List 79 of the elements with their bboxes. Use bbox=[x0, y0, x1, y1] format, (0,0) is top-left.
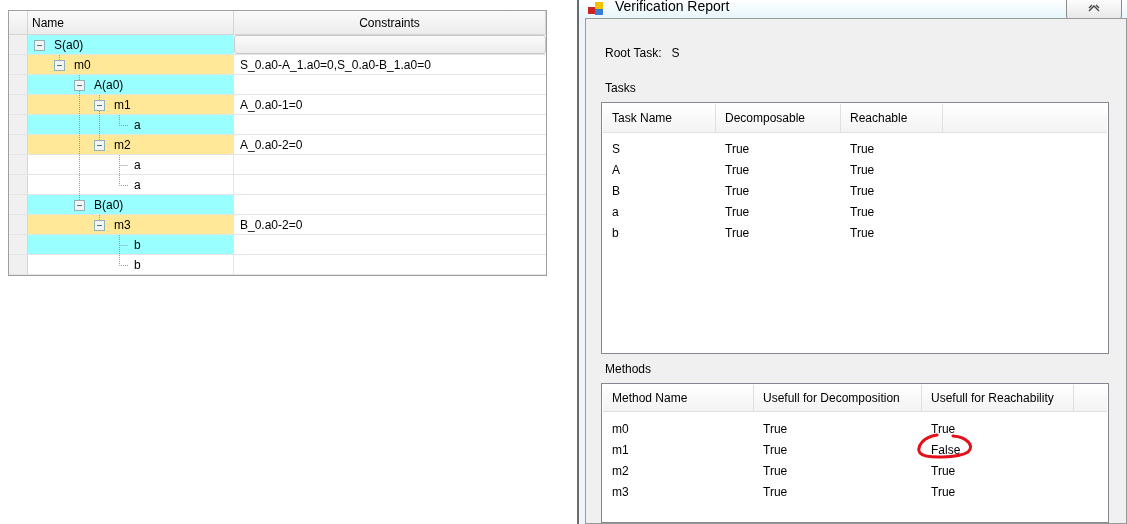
column-header[interactable]: Decomposable bbox=[716, 104, 841, 132]
list-cell: True bbox=[763, 484, 788, 499]
row-header[interactable] bbox=[9, 75, 28, 94]
list-cell: B bbox=[612, 183, 620, 198]
app-icon bbox=[587, 1, 605, 17]
root-task-value: S bbox=[671, 45, 680, 62]
list-cell: m2 bbox=[612, 463, 629, 478]
list-cell: True bbox=[931, 421, 956, 436]
constraint-text: A_0.a0-2=0 bbox=[240, 136, 303, 154]
list-cell: True bbox=[763, 442, 788, 457]
collapse-icon[interactable] bbox=[94, 139, 105, 151]
collapse-icon[interactable] bbox=[54, 59, 65, 71]
tree-node[interactable]: m0 bbox=[28, 55, 234, 74]
column-header[interactable]: Constraints bbox=[234, 11, 546, 34]
tree-node[interactable]: m3 bbox=[28, 215, 234, 234]
column-header[interactable]: Reachable bbox=[841, 104, 943, 132]
constraint-text: A_0.a0-1=0 bbox=[240, 96, 303, 114]
row-header[interactable] bbox=[9, 235, 28, 254]
collapse-icon[interactable] bbox=[94, 99, 105, 111]
row-header[interactable] bbox=[9, 35, 28, 54]
window-title: Verification Report bbox=[615, 0, 730, 16]
chevron-icon bbox=[1088, 4, 1100, 12]
list-cell: True bbox=[763, 421, 788, 436]
row-header[interactable] bbox=[9, 255, 28, 274]
list-cell: m1 bbox=[612, 442, 629, 457]
column-header[interactable]: Usefull for Reachability bbox=[922, 385, 1074, 411]
list-cell: True bbox=[931, 463, 956, 478]
row-header[interactable] bbox=[9, 55, 28, 74]
tree-node[interactable]: a bbox=[28, 115, 234, 134]
row-header[interactable] bbox=[9, 195, 28, 214]
tree-node[interactable]: b bbox=[28, 235, 234, 254]
list-cell: True bbox=[725, 225, 750, 240]
tree-line bbox=[99, 214, 100, 221]
list-cell: True bbox=[850, 225, 875, 240]
list-cell: m3 bbox=[612, 484, 629, 499]
list-cell: m0 bbox=[612, 421, 629, 436]
list-cell: False bbox=[931, 442, 961, 457]
tree-node[interactable]: B(a0) bbox=[28, 195, 234, 214]
row-header[interactable] bbox=[9, 135, 28, 154]
column-header[interactable]: Name bbox=[28, 11, 234, 34]
row-header[interactable] bbox=[9, 115, 28, 134]
tree-node[interactable]: A(a0) bbox=[28, 75, 234, 94]
list-cell: True bbox=[725, 162, 750, 177]
window-control-button[interactable] bbox=[1066, 0, 1122, 20]
list-cell: S bbox=[612, 141, 620, 156]
root-task-label: Root Task: bbox=[605, 45, 662, 62]
tree-line bbox=[119, 114, 128, 126]
column-header[interactable]: Method Name bbox=[603, 385, 754, 411]
tree-node[interactable]: S(a0) bbox=[28, 35, 234, 54]
list-cell: True bbox=[850, 183, 875, 198]
list-cell: A bbox=[612, 162, 620, 177]
collapse-icon[interactable] bbox=[34, 39, 45, 51]
list-cell: True bbox=[763, 463, 788, 478]
list-cell: b bbox=[612, 225, 619, 240]
list-cell: True bbox=[725, 183, 750, 198]
list-cell: True bbox=[850, 141, 875, 156]
row-header[interactable] bbox=[9, 175, 28, 194]
list-cell: True bbox=[725, 141, 750, 156]
tasks-list[interactable]: Task Name Decomposable Reachable S True True A True True B True True a True True b True True bbox=[601, 102, 1109, 354]
list-cell: True bbox=[850, 162, 875, 177]
tree-node[interactable]: m2 bbox=[28, 135, 234, 154]
list-cell: a bbox=[612, 204, 619, 219]
column-header[interactable]: Task Name bbox=[603, 104, 716, 132]
row-header[interactable] bbox=[9, 155, 28, 174]
section-label: Methods bbox=[605, 361, 652, 378]
collapse-icon[interactable] bbox=[74, 199, 85, 211]
collapse-icon[interactable] bbox=[74, 79, 85, 91]
tree-line bbox=[59, 54, 60, 61]
column-header[interactable]: Usefull for Decomposition bbox=[754, 385, 922, 411]
row-header[interactable] bbox=[9, 215, 28, 234]
list-cell: True bbox=[850, 204, 875, 219]
tree-node[interactable]: m1 bbox=[28, 95, 234, 114]
list-cell: True bbox=[725, 204, 750, 219]
collapse-icon[interactable] bbox=[94, 219, 105, 231]
constraint-text: B_0.a0-2=0 bbox=[240, 216, 303, 234]
section-label: Tasks bbox=[605, 80, 636, 97]
constraint-text: S_0.a0-A_1.a0=0,S_0.a0-B_1.a0=0 bbox=[240, 56, 431, 74]
row-header[interactable] bbox=[9, 95, 28, 114]
list-cell: True bbox=[931, 484, 956, 499]
